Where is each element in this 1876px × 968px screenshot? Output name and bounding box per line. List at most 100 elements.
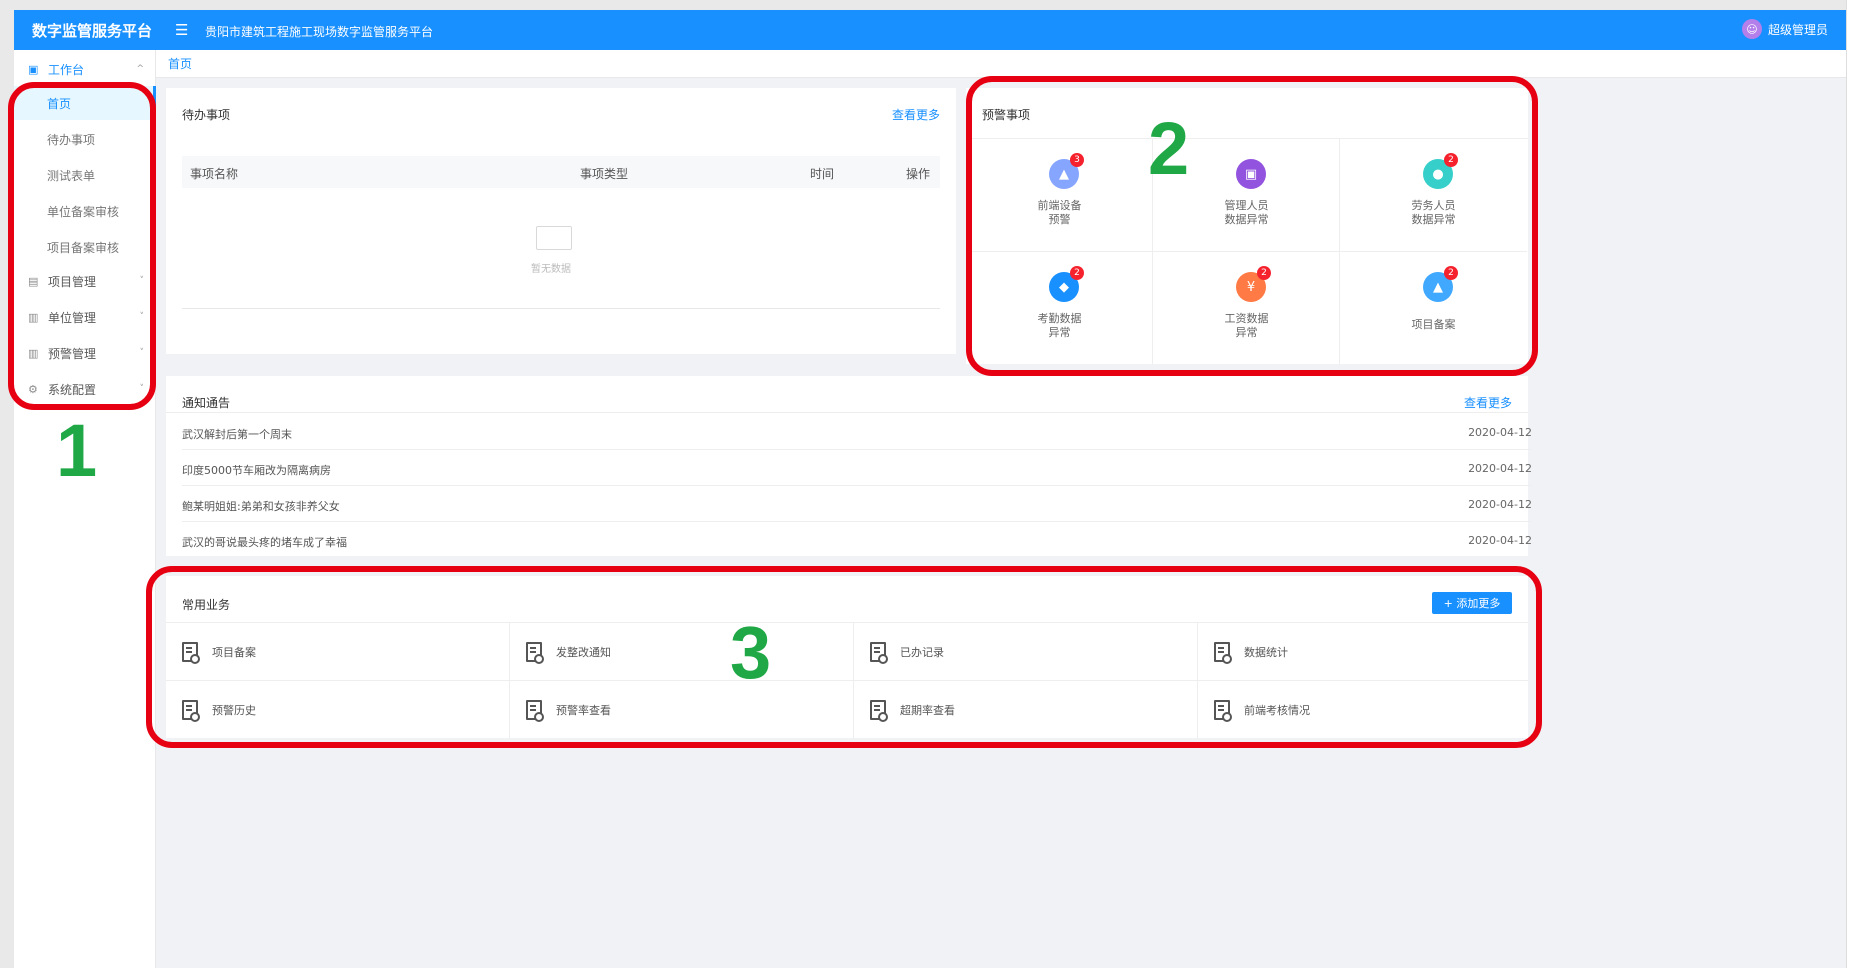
business-item[interactable]: 前端考核情况	[1198, 681, 1528, 739]
menu-toggle-icon[interactable]: ☰	[175, 21, 188, 39]
warning-label: 项目备案	[1411, 318, 1456, 331]
scrollbar[interactable]	[1846, 0, 1876, 968]
document-icon	[182, 641, 200, 664]
sidebar-item-home[interactable]: 首页	[14, 86, 156, 120]
warning-label: 前端设备 预警	[1037, 199, 1082, 226]
avatar-icon: ☺	[1741, 19, 1762, 39]
notice-title: 武汉解封后第一个周末	[182, 428, 292, 441]
business-item[interactable]: 预警率查看	[510, 681, 854, 739]
count-badge: 3	[1070, 153, 1084, 167]
document-icon	[526, 700, 544, 722]
business-title: 常用业务	[182, 598, 231, 612]
sidebar-group-units[interactable]: ▥ 单位管理 ˅	[14, 300, 156, 334]
sidebar-group-warnings[interactable]: ▥ 预警管理 ˅	[14, 336, 156, 370]
document-icon	[1214, 700, 1232, 722]
notice-row[interactable]: 印度5000节车厢改为隔离病房 2020-04-12	[182, 450, 1532, 486]
sidebar-item-unit-review[interactable]: 单位备案审核	[14, 194, 156, 228]
empty-box-icon	[536, 226, 572, 250]
annotation-number-2: 2	[1148, 107, 1190, 190]
chevron-down-icon: ˅	[139, 276, 145, 286]
tabs-bar: 首页	[156, 50, 1846, 78]
sidebar-group-projects[interactable]: ▤ 项目管理 ˅	[14, 264, 156, 298]
chevron-down-icon: ˅	[139, 312, 145, 322]
todo-more-link[interactable]: 查看更多	[892, 106, 940, 123]
notice-date: 2020-04-12	[1468, 462, 1532, 475]
sidebar: ▣ 工作台 ^ 首页 待办事项 测试表单 单位备案审核 项目备案审核 ▤ 项目管…	[14, 50, 156, 968]
notice-title: 武汉的哥说最头疼的堵车成了幸福	[182, 536, 347, 549]
unit-icon: ▥	[28, 310, 39, 324]
warning-label: 管理人员 数据异常	[1224, 199, 1269, 226]
notice-row[interactable]: 武汉解封后第一个周末 2020-04-12	[182, 414, 1532, 450]
gear-icon: ⚙	[28, 382, 38, 396]
count-badge: 2	[1257, 266, 1271, 280]
empty-text: 暂无数据	[531, 264, 571, 275]
annotation-number-1: 1	[56, 409, 98, 492]
business-label: 超期率查看	[900, 704, 955, 717]
todo-table-header: 事项名称 事项类型 时间 操作	[182, 156, 940, 188]
business-label: 发整改通知	[556, 645, 611, 659]
column-header: 事项类型	[580, 167, 629, 181]
notices-title: 通知通告	[182, 396, 231, 410]
document-icon	[182, 700, 200, 722]
platform-title: 贵阳市建筑工程施工现场数字监管服务平台	[205, 25, 434, 39]
notice-row[interactable]: 鲍某明姐姐:弟弟和女孩非养父女 2020-04-12	[182, 486, 1532, 522]
business-label: 前端考核情况	[1244, 704, 1310, 717]
business-item[interactable]: 发整改通知	[510, 623, 854, 681]
sidebar-group-label: 项目管理	[48, 274, 97, 289]
warnings-title: 预警事项	[982, 108, 1031, 122]
chevron-up-icon: ^	[136, 64, 144, 74]
add-more-button[interactable]: + 添加更多	[1432, 592, 1512, 614]
document-icon	[1214, 641, 1232, 664]
business-item[interactable]: 项目备案	[166, 623, 510, 681]
sidebar-group-settings[interactable]: ⚙ 系统配置 ˅	[14, 372, 156, 406]
user-name: 超级管理员	[1767, 22, 1828, 37]
workbench-icon: ▣	[28, 62, 39, 76]
sidebar-item-todo[interactable]: 待办事项	[14, 122, 156, 156]
document-icon	[870, 700, 888, 722]
warning-tile-filing[interactable]: ▲ 2 项目备案	[1340, 252, 1527, 365]
tab-home[interactable]: 首页	[162, 55, 198, 72]
sidebar-item-test-form[interactable]: 测试表单	[14, 158, 156, 192]
sidebar-group-label: 单位管理	[48, 310, 97, 325]
sidebar-group-workbench[interactable]: ▣ 工作台 ^	[14, 52, 156, 86]
app-logo: 数字监管服务平台	[32, 22, 153, 40]
business-card: 常用业务 + 添加更多 项目备案 发整改通知 已办记录 数据统计 预警历史 预警…	[166, 576, 1528, 739]
warning-label: 考勤数据 异常	[1037, 312, 1082, 339]
warning-tile-device[interactable]: ▲ 3 前端设备 预警	[966, 139, 1153, 252]
chevron-down-icon: ˅	[139, 348, 145, 358]
warning-tile-wages[interactable]: ¥ 2 工资数据 异常	[1153, 252, 1340, 365]
notice-date: 2020-04-12	[1468, 534, 1532, 547]
project-icon: ▤	[28, 274, 39, 288]
sidebar-group-label: 预警管理	[48, 346, 97, 361]
todo-card: 待办事项 查看更多 事项名称 事项类型 时间 操作 暂无数据	[166, 88, 956, 354]
business-item[interactable]: 已办记录	[854, 623, 1198, 681]
count-badge: 2	[1070, 266, 1084, 280]
notice-row[interactable]: 武汉的哥说最头疼的堵车成了幸福 2020-04-12	[182, 522, 1532, 558]
notice-title: 鲍某明姐姐:弟弟和女孩非养父女	[182, 500, 340, 513]
warning-label: 劳务人员 数据异常	[1411, 199, 1456, 226]
user-menu[interactable]: ☺ 超级管理员	[1741, 19, 1828, 39]
warning-tile-labor[interactable]: ● 2 劳务人员 数据异常	[1340, 139, 1527, 252]
business-label: 项目备案	[212, 645, 256, 659]
annotation-number-3: 3	[730, 611, 772, 694]
chevron-down-icon: ˅	[139, 384, 145, 394]
sidebar-item-project-review[interactable]: 项目备案审核	[14, 230, 156, 264]
notices-more-link[interactable]: 查看更多	[1464, 394, 1512, 411]
notice-date: 2020-04-12	[1468, 426, 1532, 439]
business-item[interactable]: 超期率查看	[854, 681, 1198, 739]
warning-tile-attendance[interactable]: ◆ 2 考勤数据 异常	[966, 252, 1153, 365]
divider	[166, 412, 1528, 413]
business-item[interactable]: 预警历史	[166, 681, 510, 739]
business-item[interactable]: 数据统计	[1198, 623, 1528, 681]
column-header: 事项名称	[190, 167, 239, 181]
notice-date: 2020-04-12	[1468, 498, 1532, 511]
business-label: 预警率查看	[556, 704, 611, 717]
column-header: 操作	[906, 167, 931, 181]
notice-title: 印度5000节车厢改为隔离病房	[182, 464, 331, 477]
divider	[182, 308, 940, 309]
column-header: 时间	[810, 167, 835, 181]
warning-icon: ▥	[28, 346, 39, 360]
sidebar-group-label: 工作台	[48, 62, 85, 77]
top-header: 数字监管服务平台 ☰ 贵阳市建筑工程施工现场数字监管服务平台 ☺ 超级管理员	[14, 10, 1846, 50]
count-badge: 2	[1444, 266, 1458, 280]
